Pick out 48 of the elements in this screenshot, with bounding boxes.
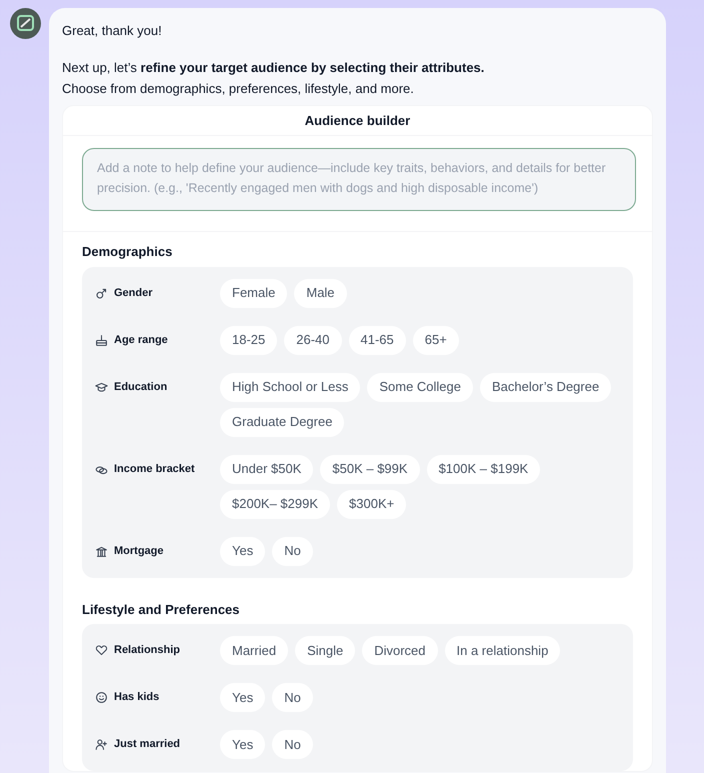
- option-chip[interactable]: 18-25: [220, 326, 278, 354]
- option-chip[interactable]: Yes: [220, 683, 266, 712]
- option-chip[interactable]: Divorced: [362, 636, 438, 665]
- option-chip[interactable]: 65+: [412, 326, 459, 354]
- heart-icon: [95, 644, 108, 657]
- person-add-icon: [95, 738, 108, 751]
- smiley-icon: [95, 691, 108, 704]
- option-chip[interactable]: Under $50K: [220, 454, 314, 484]
- option-chip[interactable]: $200K– $299K: [220, 490, 330, 518]
- option-chip[interactable]: Yes: [220, 536, 266, 566]
- attribute-label: Just married: [114, 737, 180, 752]
- option-chip[interactable]: 26-40: [284, 326, 342, 354]
- option-chip[interactable]: Female: [220, 278, 288, 308]
- bank-icon: [95, 544, 108, 558]
- option-chip[interactable]: High School or Less: [220, 372, 360, 402]
- attribute-label: Has kids: [114, 690, 160, 706]
- gender-icon: [95, 286, 108, 300]
- option-chip[interactable]: Single: [295, 636, 356, 665]
- option-chip[interactable]: Graduate Degree: [220, 408, 344, 436]
- note-field[interactable]: Add a note to help define your audience—include key traits, behaviors, and details for better precision. (e.g., 'Recently engaged men with dogs and high disposable income'): [82, 148, 636, 211]
- builder-title: Audience builder: [63, 106, 652, 136]
- option-chip[interactable]: Bachelor’s Degree: [480, 372, 612, 402]
- section-title: Lifestyle and Preferences: [82, 600, 241, 619]
- option-chip[interactable]: $300K+: [337, 490, 406, 518]
- option-chip[interactable]: In a relationship: [444, 636, 560, 665]
- option-chip[interactable]: Male: [294, 278, 347, 308]
- option-chip[interactable]: No: [272, 536, 313, 566]
- option-chip[interactable]: 41-65: [348, 326, 406, 354]
- attribute-label: Income bracket: [114, 462, 195, 477]
- greeting-text: Great, thank you!: [62, 22, 163, 40]
- option-chip[interactable]: Married: [220, 636, 288, 665]
- option-chip[interactable]: $100K – $199K: [426, 454, 540, 484]
- intro-text: Next up, let’s refine your target audience by selecting their attributes.: [62, 58, 486, 77]
- cake-icon: [95, 334, 108, 346]
- option-chip[interactable]: Some College: [367, 372, 473, 402]
- graduation-cap-icon: [95, 380, 108, 394]
- attribute-label: Age range: [114, 332, 168, 348]
- attribute-label: Gender: [114, 286, 153, 301]
- avatar-icon: [10, 8, 41, 39]
- option-chip[interactable]: No: [272, 683, 313, 712]
- section-title: Demographics: [82, 243, 174, 261]
- option-chip[interactable]: $50K – $99K: [320, 454, 420, 484]
- attribute-label: Education: [114, 380, 168, 395]
- attribute-label: Relationship: [114, 643, 180, 658]
- option-chip[interactable]: Yes: [220, 730, 266, 759]
- option-chip[interactable]: No: [272, 730, 313, 759]
- attribute-label: Mortgage: [114, 544, 164, 559]
- intro-subline: Choose from demographics, preferences, lifestyle, and more.: [62, 80, 415, 98]
